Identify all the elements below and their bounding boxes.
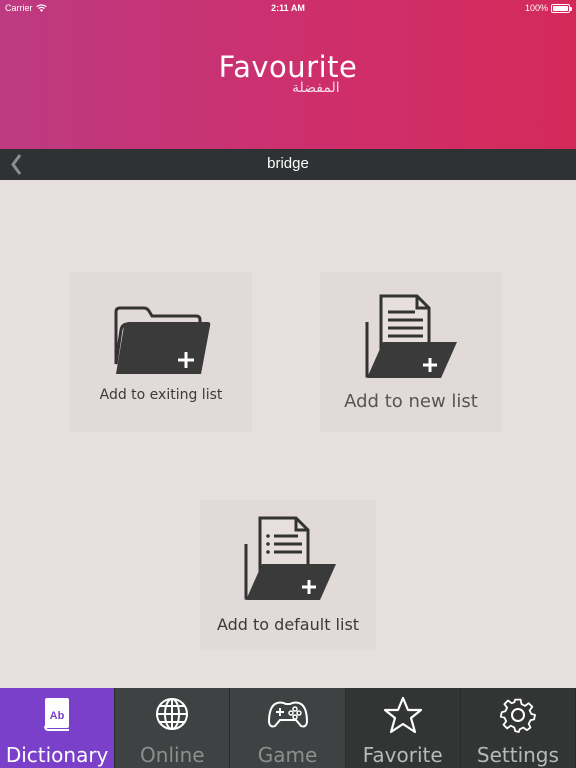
- battery-percent: 100%: [524, 3, 548, 13]
- tab-online-label: Online: [140, 743, 205, 767]
- nav-bar: bridge: [0, 149, 576, 180]
- dictionary-book-icon: Ab: [44, 698, 70, 731]
- add-to-existing-list-button[interactable]: Add to exiting list: [70, 272, 252, 432]
- gamepad-icon: [267, 701, 308, 728]
- tab-bar: Ab Dictionary Online Game Favorite Setti…: [0, 688, 576, 768]
- page-title: Favourite: [218, 50, 358, 84]
- star-icon: [383, 696, 422, 734]
- add-to-new-list-label: Add to new list: [344, 391, 478, 412]
- tab-dictionary[interactable]: Ab Dictionary: [0, 688, 116, 768]
- folder-add-icon: [114, 306, 211, 374]
- add-to-default-list-label: Add to default list: [216, 615, 360, 634]
- folder-list-add-icon: [244, 516, 336, 600]
- gear-icon: [499, 698, 536, 733]
- tab-online[interactable]: Online: [115, 688, 231, 768]
- add-to-new-list-button[interactable]: Add to new list: [320, 272, 502, 432]
- clock: 2:11 AM: [271, 3, 305, 13]
- header: Favourite المفضلة: [0, 0, 576, 149]
- add-to-default-list-button[interactable]: Add to default list: [200, 500, 376, 650]
- svg-text:Ab: Ab: [50, 710, 65, 722]
- tab-settings[interactable]: Settings: [460, 688, 576, 768]
- tab-settings-label: Settings: [476, 743, 559, 767]
- add-to-existing-list-label: Add to exiting list: [99, 387, 223, 403]
- battery-group: 100%: [524, 3, 572, 13]
- folder-document-add-icon: [365, 294, 457, 378]
- globe-icon: [156, 698, 189, 730]
- status-bar: Carrier 2:11 AM 100%: [0, 0, 576, 18]
- tab-game-label: Game: [257, 743, 318, 767]
- tab-favorite[interactable]: Favorite: [345, 688, 461, 768]
- page-subtitle-arabic: المفضلة: [292, 80, 340, 96]
- battery-icon: [551, 3, 572, 13]
- tab-dictionary-label: Dictionary: [5, 743, 109, 767]
- tab-favorite-label: Favorite: [362, 743, 443, 767]
- tab-game[interactable]: Game: [230, 688, 346, 768]
- nav-word-title: bridge: [267, 155, 309, 172]
